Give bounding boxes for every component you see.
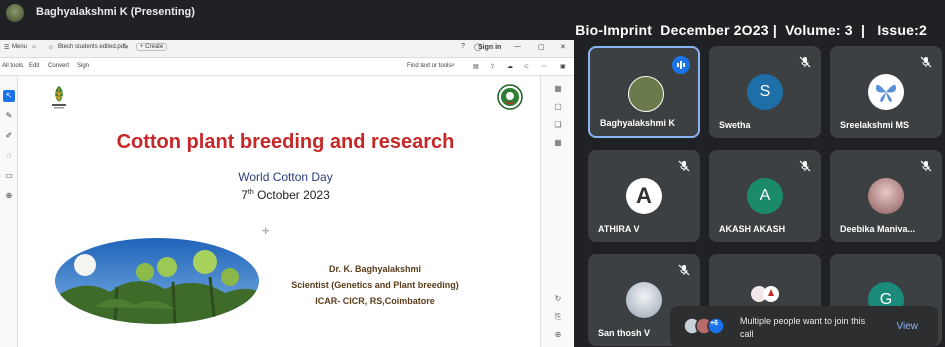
more-icon[interactable]: ⋯ [541, 63, 547, 70]
requester-count: +6 [710, 320, 718, 327]
slide-designation: Scientist (Genetics and Plant breeding) [291, 280, 459, 290]
avatar [628, 76, 664, 112]
join-request-toast: +6 Multiple people want to join this cal… [670, 306, 938, 347]
speaking-indicator-icon [672, 56, 690, 74]
slide-title: Cotton plant breeding and research [116, 131, 455, 153]
cotton-plant-image [55, 238, 259, 324]
journal-caption: Bio-Imprint December 2O23 | Volume: 3 | … [575, 22, 927, 38]
zoom-in-icon[interactable]: ⊕ [553, 330, 563, 340]
home-icon[interactable]: ⌂ [32, 44, 36, 50]
page-icon[interactable]: ⎘ [553, 312, 563, 322]
comments-panel-icon[interactable]: ▢ [553, 102, 563, 112]
participant-name: Deebika Maniva... [840, 224, 916, 234]
requester-avatars [683, 317, 725, 335]
participant-tile[interactable]: A ATHIRA V [588, 150, 700, 242]
mic-off-icon [920, 56, 932, 68]
print-icon[interactable]: ▤ [473, 63, 479, 70]
participant-name: Swetha [719, 120, 751, 130]
avatar [868, 178, 904, 214]
participant-tile[interactable]: Deebika Maniva... [830, 150, 942, 242]
slide-author: Dr. K. Baghyalakshmi [328, 264, 422, 274]
slide-event: World Cotton Day [238, 170, 333, 184]
text-tool-icon[interactable]: ▭ [3, 170, 15, 182]
search-icon[interactable]: ⌕ [451, 62, 455, 70]
menu-icon[interactable]: ☰ [4, 44, 9, 51]
page-thumb-icon[interactable]: ▦ [553, 84, 563, 94]
avatar [626, 282, 662, 318]
participant-name: ATHIRA V [598, 224, 640, 234]
close-window-icon[interactable]: ✕ [560, 43, 566, 51]
cicr-logo-icon [497, 84, 523, 110]
cloud-icon[interactable]: ☁ [507, 63, 513, 70]
create-button[interactable]: + Create [136, 43, 168, 51]
participant-tile[interactable]: A AKASH AKASH [709, 150, 821, 242]
refresh-icon[interactable]: ↻ [553, 294, 563, 304]
select-tool-icon[interactable]: ↖ [3, 90, 15, 102]
participant-tile[interactable]: Baghyalakshmi K [588, 46, 700, 138]
lasso-tool-icon[interactable]: ◌ [3, 150, 15, 162]
slide-institute: ICAR- CICR, RS,Coimbatore [315, 296, 435, 306]
menu-sign[interactable]: Sign [77, 63, 89, 69]
presenter-avatar [6, 4, 24, 22]
find-tools-field[interactable]: Find text or tools [407, 63, 451, 69]
tab-menu[interactable]: Menu [12, 44, 27, 50]
close-tab-icon[interactable]: ✕ [124, 44, 129, 51]
menu-all-tools[interactable]: All tools [2, 63, 23, 69]
comment-tool-icon[interactable]: ✎ [3, 110, 15, 122]
mic-off-icon [799, 56, 811, 68]
slide-date: 7th October 2023 [241, 188, 330, 202]
participant-tile[interactable]: Sreelakshmi MS [830, 46, 942, 138]
participant-name: Sreelakshmi MS [840, 120, 910, 130]
mic-off-icon [678, 160, 690, 172]
avatar: S [747, 74, 783, 110]
avatar [868, 74, 904, 110]
avatar: A [626, 178, 662, 214]
presenter-name: Baghyalakshmi K (Presenting) [36, 6, 195, 18]
view-button[interactable]: View [897, 321, 919, 332]
mic-off-icon [920, 160, 932, 172]
sign-in-button[interactable]: Sign in [478, 44, 501, 51]
menu-convert[interactable]: Convert [48, 63, 69, 69]
avatar: A [747, 178, 783, 214]
browser-tab-bar: ☰ Menu ⌂ ☆ Btech students edited.pdf ✕ +… [0, 40, 574, 58]
menu-edit[interactable]: Edit [29, 63, 39, 69]
participant-name: AKASH AKASH [719, 224, 786, 234]
draw-tool-icon[interactable]: ✐ [3, 130, 15, 142]
link-icon[interactable]: ⊂ [524, 63, 529, 70]
tab-pdf-file[interactable]: Btech students edited.pdf [58, 44, 126, 50]
save-icon[interactable]: ▣ [560, 63, 566, 70]
maximize-icon[interactable]: ▢ [538, 43, 545, 51]
butterfly-icon [876, 84, 896, 102]
cursor-crosshair-icon: ✛ [262, 226, 270, 236]
right-toolbar: ▦ ▢ ❏ ▦ ↻ ⎘ ⊕ [540, 76, 574, 347]
star-icon[interactable]: ☆ [48, 44, 53, 51]
bookmark-icon[interactable]: ❏ [553, 120, 563, 130]
stamp-tool-icon[interactable]: ⊕ [3, 190, 15, 202]
shared-screen: ☰ Menu ⌂ ☆ Btech students edited.pdf ✕ +… [0, 40, 574, 347]
participant-tile[interactable]: S Swetha [709, 46, 821, 138]
upload-icon[interactable]: ⇪ [490, 63, 495, 70]
participant-name: San thosh V [598, 328, 651, 338]
mic-off-icon [678, 264, 690, 276]
icar-logo-icon [52, 86, 66, 109]
mic-off-icon [799, 160, 811, 172]
pdf-menu-bar: All tools Edit Convert Sign Find text or… [0, 58, 574, 76]
left-toolbar: ↖ ✎ ✐ ◌ ▭ ⊕ [0, 76, 18, 347]
participant-name: Baghyalakshmi K [600, 118, 676, 128]
join-request-message: Multiple people want to join this call [740, 316, 866, 339]
minimize-icon[interactable]: — [514, 43, 521, 50]
grid-icon[interactable]: ▦ [553, 138, 563, 148]
help-icon[interactable]: ? [461, 43, 465, 50]
